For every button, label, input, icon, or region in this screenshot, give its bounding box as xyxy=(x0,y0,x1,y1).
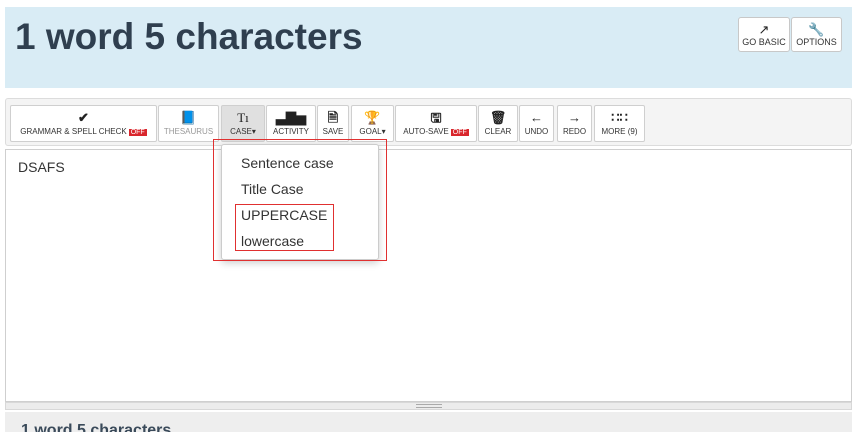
page-title: 1 word 5 characters xyxy=(15,16,363,57)
grid-icon: ∷∷ xyxy=(611,110,628,125)
redo-button[interactable]: → REDO xyxy=(557,105,592,142)
floppy-disk-icon: 🖫 xyxy=(430,110,442,125)
grammar-label: GRAMMAR & SPELL CHECK xyxy=(20,127,127,136)
editor-toolbar: ✔ GRAMMAR & SPELL CHECK OFF 📘 THESAURUS T… xyxy=(5,98,852,146)
case-button[interactable]: Tı CASE▾ xyxy=(221,105,265,142)
go-basic-label: GO BASIC xyxy=(742,37,786,47)
auto-save-button[interactable]: 🖫 AUTO-SAVE OFF xyxy=(395,105,477,142)
activity-button[interactable]: ▃▇▅ ACTIVITY xyxy=(266,105,316,142)
save-label: SAVE xyxy=(322,127,344,136)
wrench-icon: 🔧 xyxy=(808,22,825,37)
grammar-spell-check-button[interactable]: ✔ GRAMMAR & SPELL CHECK OFF xyxy=(10,105,157,142)
bar-chart-icon: ▃▇▅ xyxy=(276,110,306,125)
text-case-icon: Tı xyxy=(237,110,249,125)
checkmark-icon: ✔ xyxy=(78,110,89,125)
arrow-left-icon: ← xyxy=(530,110,543,125)
thesaurus-label: THESAURUS xyxy=(163,127,214,136)
save-button[interactable]: 🗎 SAVE xyxy=(317,105,349,142)
redo-label: REDO xyxy=(562,127,587,136)
goal-label: GOAL xyxy=(359,127,382,136)
auto-save-label: AUTO-SAVE xyxy=(403,127,449,136)
clear-button[interactable]: 🗑 CLEAR xyxy=(478,105,518,142)
activity-label: ACTIVITY xyxy=(272,127,309,136)
clear-label: CLEAR xyxy=(484,127,512,136)
options-button[interactable]: 🔧 OPTIONS xyxy=(791,17,842,52)
grammar-off-badge: OFF xyxy=(128,129,147,136)
auto-save-off-badge: OFF xyxy=(450,129,469,136)
options-label: OPTIONS xyxy=(796,37,837,47)
trash-icon: 🗑 xyxy=(489,110,507,125)
case-label: CASE xyxy=(230,127,252,136)
thesaurus-button[interactable]: 📘 THESAURUS xyxy=(158,105,219,142)
save-file-icon: 🗎 xyxy=(327,110,339,125)
goal-button[interactable]: 🏆 GOAL▾ xyxy=(351,105,394,142)
text-editor[interactable]: DSAFS xyxy=(5,149,852,402)
go-basic-button[interactable]: ↗ GO BASIC xyxy=(738,17,790,52)
footer-title: 1 word 5 characters xyxy=(21,422,172,432)
editor-resize-handle[interactable] xyxy=(5,402,852,410)
trophy-icon: 🏆 xyxy=(364,110,381,125)
grip-icon xyxy=(416,404,442,408)
external-link-icon: ↗ xyxy=(758,22,770,37)
book-icon: 📘 xyxy=(180,110,197,125)
editor-text[interactable]: DSAFS xyxy=(18,159,65,175)
more-button[interactable]: ∷∷ MORE (9) xyxy=(594,105,645,142)
chevron-down-icon: ▾ xyxy=(251,127,256,136)
footer-stats: 1 word 5 characters xyxy=(5,412,852,432)
more-label: MORE (9) xyxy=(601,127,638,136)
undo-label: UNDO xyxy=(524,127,549,136)
arrow-right-icon: → xyxy=(568,110,581,125)
highlight-inner-box xyxy=(235,204,334,251)
chevron-down-icon: ▾ xyxy=(381,127,386,136)
undo-button[interactable]: ← UNDO xyxy=(519,105,554,142)
header-bar: 1 word 5 characters ↗ GO BASIC 🔧 OPTIONS xyxy=(5,7,852,88)
